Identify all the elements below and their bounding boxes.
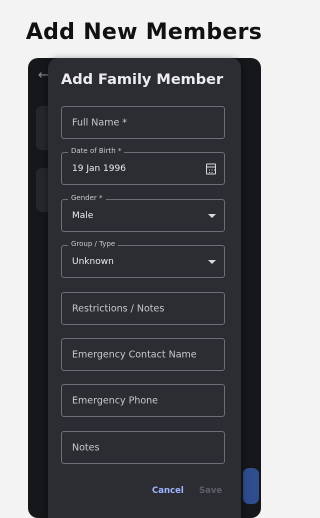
dropdown-arrow-icon[interactable] bbox=[208, 259, 216, 264]
save-button[interactable]: Save bbox=[199, 486, 222, 496]
gender-label: Gender * bbox=[68, 194, 106, 202]
dialog-title: Add Family Member bbox=[61, 72, 224, 88]
full-name-field[interactable]: Full Name * bbox=[61, 106, 225, 139]
emergency-contact-name-placeholder: Emergency Contact Name bbox=[72, 349, 197, 360]
add-family-member-dialog: Add Family Member Full Name * Date of Bi… bbox=[48, 58, 241, 518]
dropdown-arrow-icon[interactable] bbox=[208, 213, 216, 218]
gender-select[interactable]: Gender * Male bbox=[61, 194, 225, 232]
restrictions-notes-placeholder: Restrictions / Notes bbox=[72, 303, 165, 314]
emergency-phone-field[interactable]: Emergency Phone bbox=[61, 384, 225, 417]
restrictions-notes-field[interactable]: Restrictions / Notes bbox=[61, 292, 225, 325]
calendar-icon[interactable] bbox=[206, 163, 216, 174]
group-type-value: Unknown bbox=[72, 256, 114, 267]
notes-placeholder: Notes bbox=[72, 442, 100, 453]
dialog-actions: Cancel Save bbox=[48, 486, 241, 500]
date-of-birth-value: 19 Jan 1996 bbox=[72, 163, 126, 174]
gender-value: Male bbox=[72, 210, 94, 221]
full-name-placeholder: Full Name * bbox=[72, 117, 128, 128]
group-type-label: Group / Type bbox=[68, 240, 119, 248]
background-button bbox=[243, 468, 259, 504]
cancel-button[interactable]: Cancel bbox=[152, 486, 184, 496]
date-of-birth-label: Date of Birth * bbox=[68, 147, 125, 155]
promo-headline: Add New Members bbox=[25, 20, 263, 45]
emergency-contact-name-field[interactable]: Emergency Contact Name bbox=[61, 338, 225, 371]
notes-field[interactable]: Notes bbox=[61, 431, 225, 464]
date-of-birth-field[interactable]: Date of Birth * 19 Jan 1996 bbox=[61, 147, 225, 185]
group-type-select[interactable]: Group / Type Unknown bbox=[61, 240, 225, 278]
emergency-phone-placeholder: Emergency Phone bbox=[72, 395, 159, 406]
